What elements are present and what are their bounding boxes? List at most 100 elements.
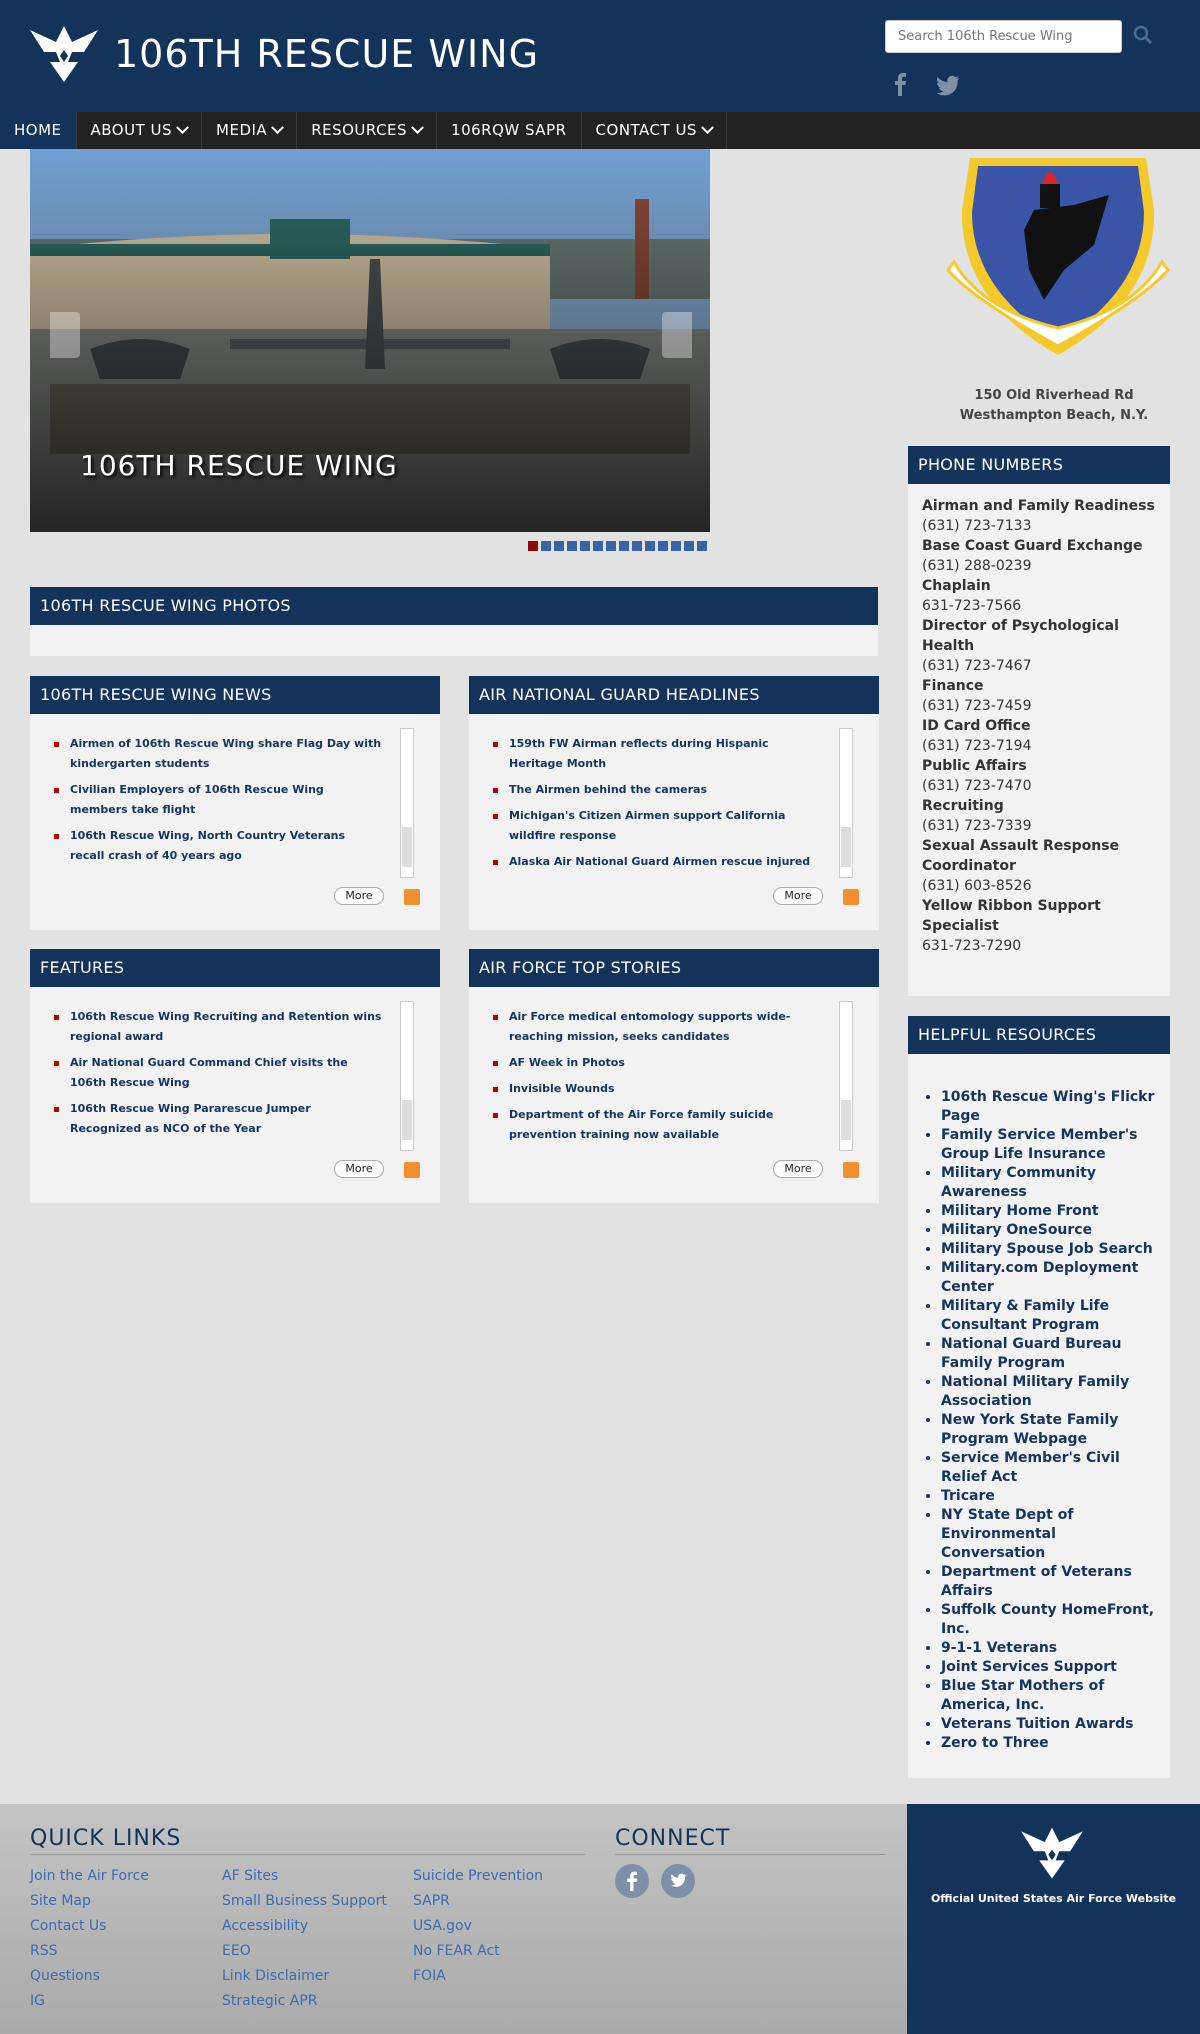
resource-link[interactable]: Blue Star Mothers of America, Inc. (941, 1677, 1156, 1715)
slider-dot[interactable] (593, 541, 603, 551)
footer-link[interactable]: No FEAR Act (413, 1939, 543, 1964)
resource-link[interactable]: Joint Services Support (941, 1658, 1156, 1677)
features-scrollbar[interactable] (400, 1001, 414, 1151)
nav-sapr[interactable]: 106RQW SAPR (437, 112, 582, 149)
rss-icon[interactable] (843, 889, 859, 905)
resource-link[interactable]: Military & Family Life Consultant Progra… (941, 1297, 1156, 1335)
resource-link[interactable]: 9-1-1 Veterans (941, 1639, 1156, 1658)
nav-about-us[interactable]: ABOUT US (77, 112, 203, 149)
ang-more-button[interactable]: More (773, 887, 823, 905)
resource-link[interactable]: Department of Veterans Affairs (941, 1563, 1156, 1601)
chevron-down-icon (411, 121, 424, 135)
hero-slider[interactable]: 106TH RESCUE WING (30, 149, 710, 532)
footer-link[interactable]: Strategic APR (222, 1989, 387, 2014)
slider-dot[interactable] (567, 541, 577, 551)
official-af-label[interactable]: Official United States Air Force Website (907, 1892, 1200, 1905)
slider-dot[interactable] (697, 541, 707, 551)
slider-dot[interactable] (619, 541, 629, 551)
resource-link[interactable]: NY State Dept of Environmental Conversat… (941, 1506, 1156, 1563)
resource-link[interactable]: Military Community Awareness (941, 1164, 1156, 1202)
slider-next-button[interactable] (662, 312, 692, 358)
footer-link[interactable]: RSS (30, 1939, 149, 1964)
list-item[interactable]: Alaska Air National Guard Airmen rescue … (493, 852, 821, 872)
footer-link[interactable]: Join the Air Force (30, 1864, 149, 1889)
list-item[interactable]: 106th Rescue Wing, North Country Veteran… (54, 826, 382, 866)
site-title[interactable]: 106TH RESCUE WING (114, 32, 539, 76)
features-more-button[interactable]: More (334, 1160, 384, 1178)
slider-dot[interactable] (632, 541, 642, 551)
af-top-scrollbar[interactable] (839, 1001, 853, 1151)
phone-name: Airman and Family Readiness (922, 498, 1155, 514)
slider-dot[interactable] (684, 541, 694, 551)
list-item[interactable]: Airmen of 106th Rescue Wing share Flag D… (54, 734, 382, 774)
nav-media[interactable]: MEDIA (202, 112, 298, 149)
slider-prev-button[interactable] (50, 312, 80, 358)
list-item[interactable]: Invisible Wounds (493, 1079, 821, 1099)
slider-dot[interactable] (528, 541, 538, 551)
air-force-logo-icon[interactable] (28, 22, 100, 88)
list-item[interactable]: Air Force medical entomology supports wi… (493, 1007, 821, 1047)
resource-link[interactable]: Family Service Member's Group Life Insur… (941, 1126, 1156, 1164)
list-item[interactable]: AF Week in Photos (493, 1053, 821, 1073)
nav-resources[interactable]: RESOURCES (297, 112, 438, 149)
footer-link[interactable]: FOIA (413, 1964, 543, 1989)
footer-link[interactable]: USA.gov (413, 1914, 543, 1939)
resource-link[interactable]: Military.com Deployment Center (941, 1259, 1156, 1297)
ang-scrollbar[interactable] (839, 728, 853, 878)
slider-dot[interactable] (541, 541, 551, 551)
list-item[interactable]: 159th FW Airman reflects during Hispanic… (493, 734, 821, 774)
resource-link[interactable]: Service Member's Civil Relief Act (941, 1449, 1156, 1487)
news-more-button[interactable]: More (334, 887, 384, 905)
slider-dot[interactable] (645, 541, 655, 551)
slider-dot[interactable] (554, 541, 564, 551)
quick-links-col3: Suicide Prevention SAPR USA.gov No FEAR Act… (413, 1864, 543, 1989)
list-item[interactable]: Civilian Employers of 106th Rescue Wing … (54, 780, 382, 820)
nav-home[interactable]: HOME (0, 112, 77, 149)
footer-link[interactable]: Link Disclaimer (222, 1964, 387, 1989)
search-icon[interactable] (1130, 22, 1156, 48)
footer-link[interactable]: Questions (30, 1964, 149, 1989)
resource-link[interactable]: 106th Rescue Wing's Flickr Page (941, 1088, 1156, 1126)
footer-link[interactable]: IG (30, 1989, 149, 2014)
list-item[interactable]: Department of the Air Force family suici… (493, 1105, 821, 1145)
slider-dot[interactable] (658, 541, 668, 551)
facebook-icon[interactable] (890, 72, 912, 96)
resource-link[interactable]: National Military Family Association (941, 1373, 1156, 1411)
air-force-logo-icon[interactable] (1019, 1824, 1085, 1884)
slider-dot[interactable] (671, 541, 681, 551)
resource-link[interactable]: New York State Family Program Webpage (941, 1411, 1156, 1449)
twitter-icon[interactable] (661, 1864, 695, 1898)
footer-link[interactable]: Accessibility (222, 1914, 387, 1939)
footer-link[interactable]: Small Business Support (222, 1889, 387, 1914)
slider-dot[interactable] (606, 541, 616, 551)
resource-link[interactable]: Military OneSource (941, 1221, 1156, 1240)
resource-link[interactable]: Zero to Three (941, 1734, 1156, 1753)
footer-link[interactable]: Site Map (30, 1889, 149, 1914)
twitter-icon[interactable] (936, 74, 960, 96)
footer-link[interactable]: Contact Us (30, 1914, 149, 1939)
resource-link[interactable]: Suffolk County HomeFront, Inc. (941, 1601, 1156, 1639)
list-item[interactable]: Air National Guard Command Chief visits … (54, 1053, 382, 1093)
resource-link[interactable]: Military Home Front (941, 1202, 1156, 1221)
resource-link[interactable]: Military Spouse Job Search (941, 1240, 1156, 1259)
af-top-more-button[interactable]: More (773, 1160, 823, 1178)
resource-link[interactable]: Veterans Tuition Awards (941, 1715, 1156, 1734)
footer-link[interactable]: EEO (222, 1939, 387, 1964)
rss-icon[interactable] (404, 889, 420, 905)
list-item[interactable]: The Airmen behind the cameras (493, 780, 821, 800)
list-item[interactable]: Michigan's Citizen Airmen support Califo… (493, 806, 821, 846)
resource-link[interactable]: Tricare (941, 1487, 1156, 1506)
slider-dot[interactable] (580, 541, 590, 551)
footer-link[interactable]: AF Sites (222, 1864, 387, 1889)
list-item[interactable]: 106th Rescue Wing Recruiting and Retenti… (54, 1007, 382, 1047)
search-input[interactable] (885, 20, 1122, 53)
news-scrollbar[interactable] (400, 728, 414, 878)
list-item[interactable]: 106th Rescue Wing Pararescue Jumper Reco… (54, 1099, 382, 1139)
rss-icon[interactable] (843, 1162, 859, 1178)
footer-link[interactable]: Suicide Prevention (413, 1864, 543, 1889)
nav-contact-us[interactable]: CONTACT US (582, 112, 727, 149)
facebook-icon[interactable] (615, 1864, 649, 1898)
footer-link[interactable]: SAPR (413, 1889, 543, 1914)
rss-icon[interactable] (404, 1162, 420, 1178)
resource-link[interactable]: National Guard Bureau Family Program (941, 1335, 1156, 1373)
